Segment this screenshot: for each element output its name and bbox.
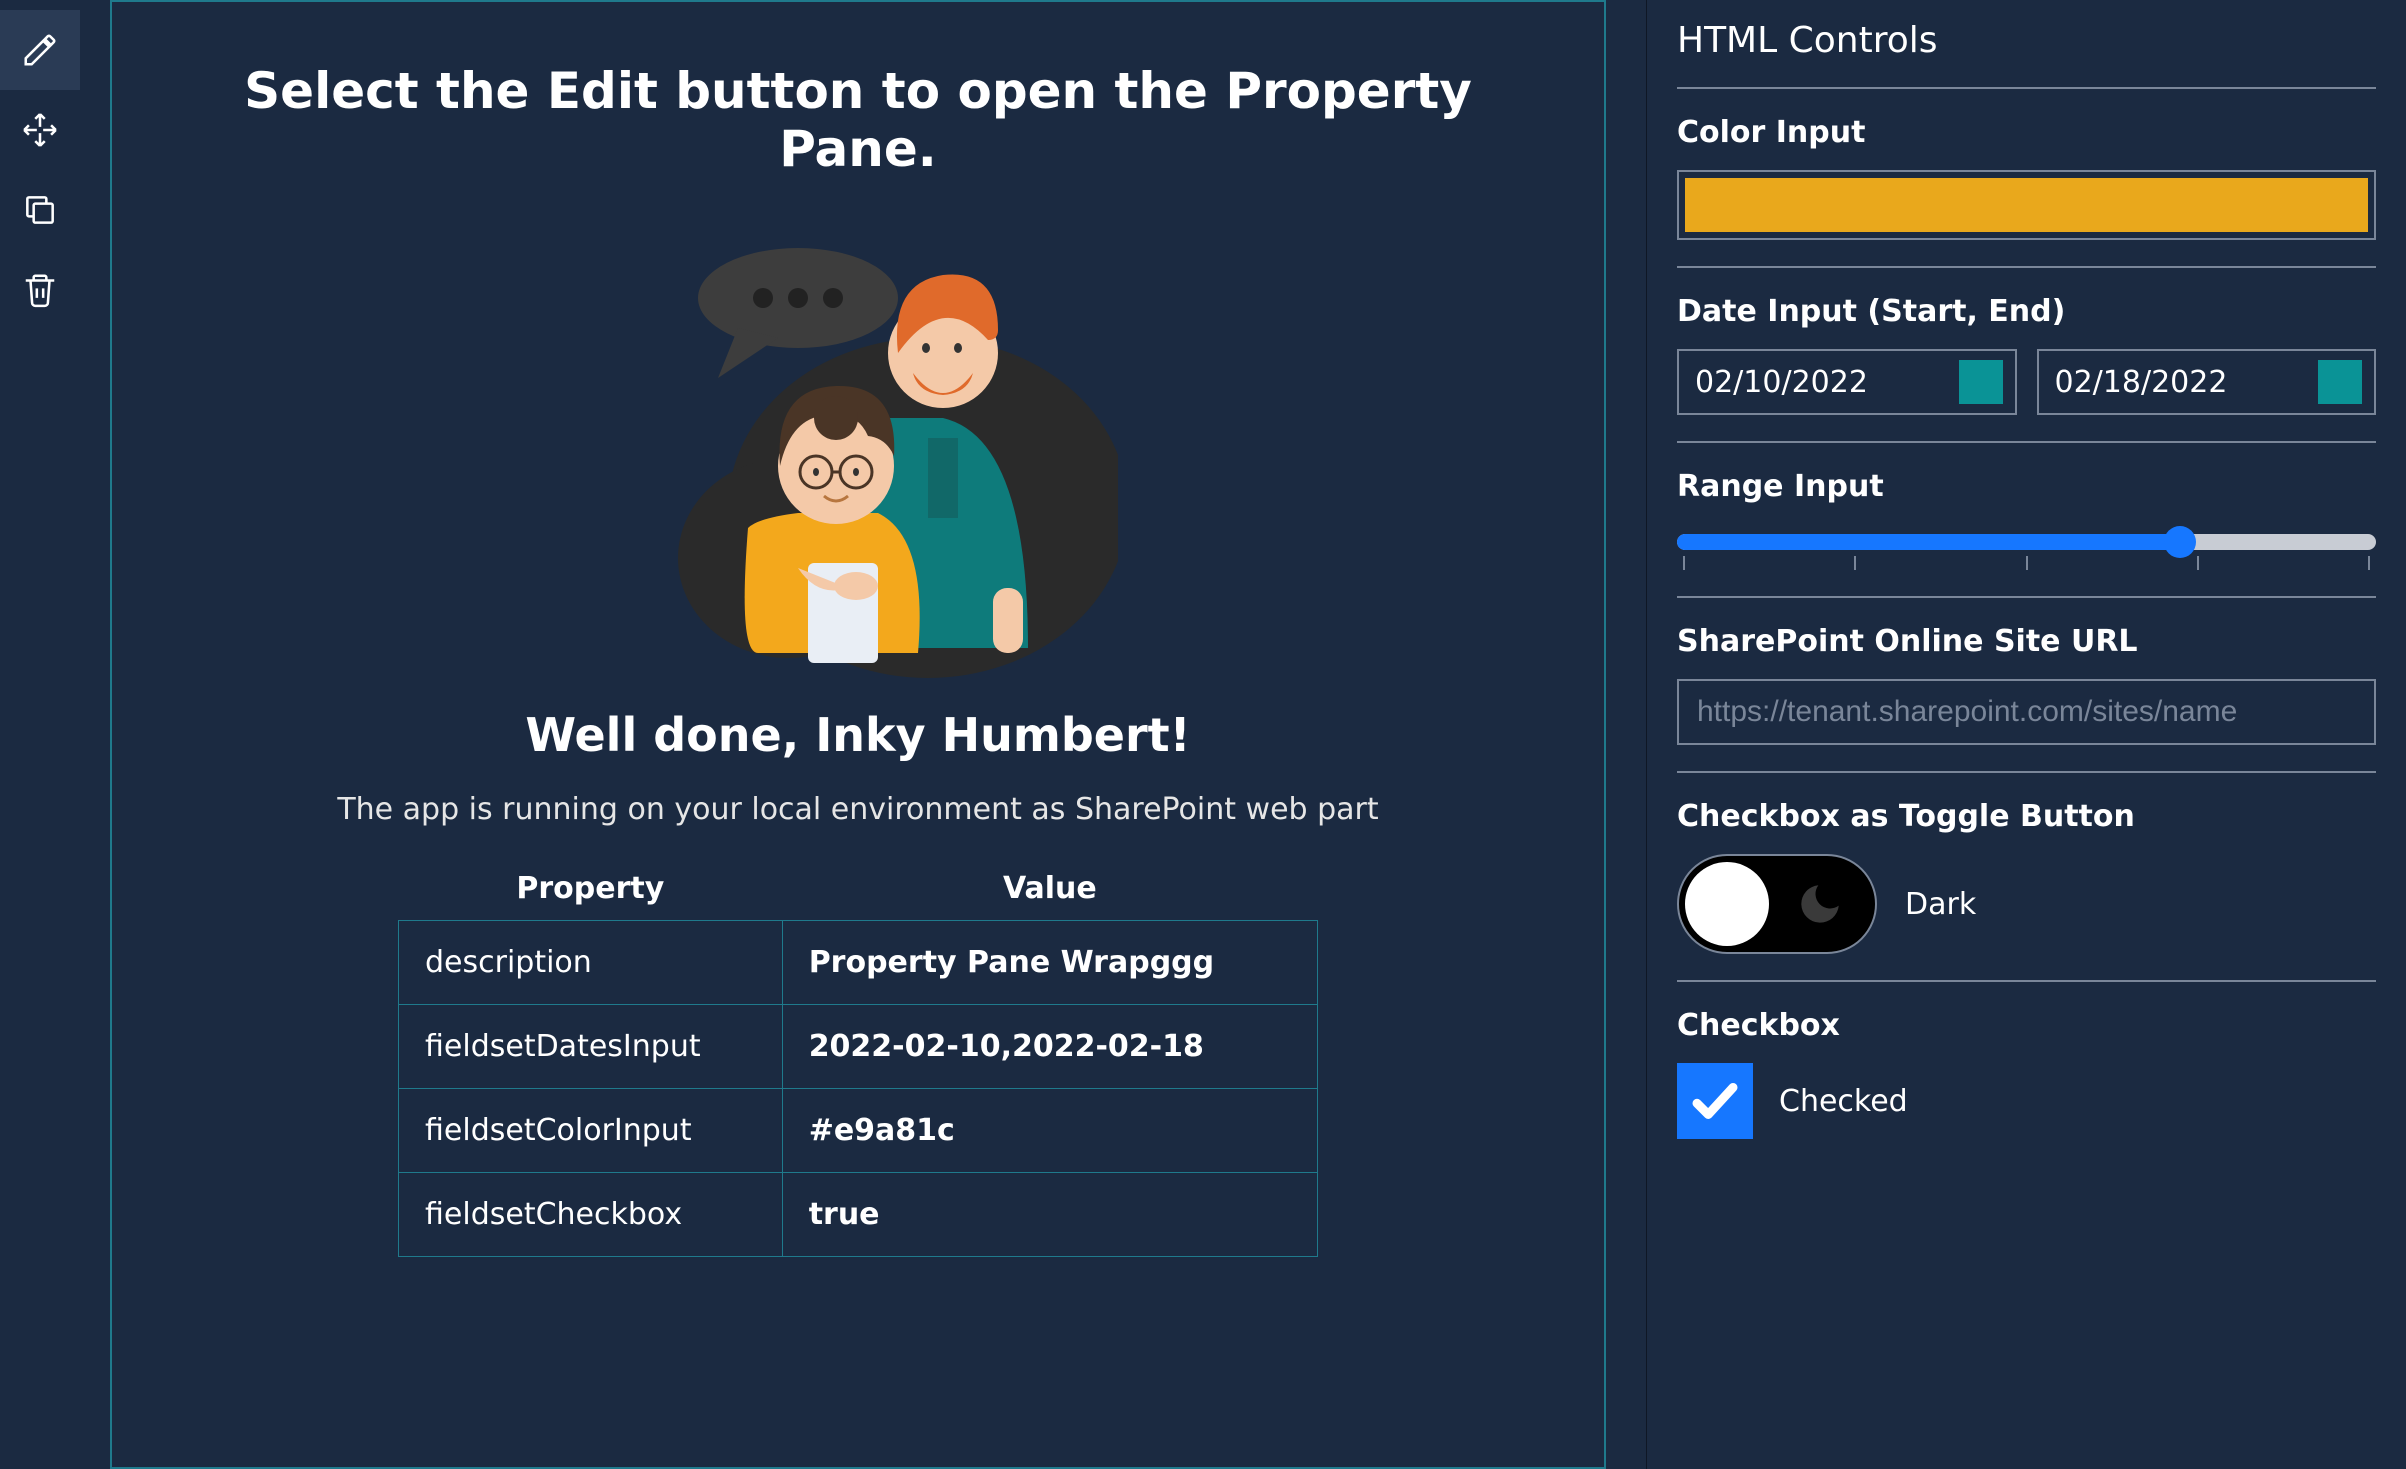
date-end-value: 02/18/2022	[2055, 365, 2228, 400]
date-picker-icon[interactable]	[1959, 360, 2003, 404]
checkbox-section-label: Checkbox	[1677, 1008, 2376, 1043]
trash-icon	[21, 271, 59, 309]
table-row: fieldsetColorInput #e9a81c	[399, 1089, 1318, 1173]
color-input-label: Color Input	[1677, 115, 2376, 150]
table-header-value: Value	[782, 857, 1317, 921]
table-header-property: Property	[399, 857, 783, 921]
table-cell-property: fieldsetColorInput	[399, 1089, 783, 1173]
webpart-toolbar	[0, 0, 90, 1469]
table-cell-property: fieldsetDatesInput	[399, 1005, 783, 1089]
move-button[interactable]	[0, 90, 80, 170]
webpart-title: Select the Edit button to open the Prope…	[162, 62, 1554, 178]
siteurl-label: SharePoint Online Site URL	[1677, 624, 2376, 659]
webpart-container[interactable]: Select the Edit button to open the Prope…	[110, 0, 1606, 1469]
pane-title: HTML Controls	[1677, 20, 2376, 61]
table-row: fieldsetCheckbox true	[399, 1173, 1318, 1257]
canvas: Select the Edit button to open the Prope…	[90, 0, 1646, 1469]
divider	[1677, 266, 2376, 268]
date-input-label: Date Input (Start, End)	[1677, 294, 2376, 329]
divider	[1677, 87, 2376, 89]
check-icon	[1688, 1074, 1742, 1128]
color-swatch-fill	[1685, 178, 2368, 232]
table-cell-property: fieldsetCheckbox	[399, 1173, 783, 1257]
date-start-input[interactable]: 02/10/2022	[1677, 349, 2017, 415]
divider	[1677, 771, 2376, 773]
duplicate-button[interactable]	[0, 170, 80, 250]
siteurl-input[interactable]	[1677, 679, 2376, 745]
table-cell-value: #e9a81c	[782, 1089, 1317, 1173]
table-cell-property: description	[399, 921, 783, 1005]
property-pane: HTML Controls Color Input Date Input (St…	[1646, 0, 2406, 1469]
date-picker-icon[interactable]	[2318, 360, 2362, 404]
range-input-label: Range Input	[1677, 469, 2376, 504]
copy-icon	[21, 191, 59, 229]
range-input[interactable]	[1677, 524, 2376, 570]
date-start-value: 02/10/2022	[1695, 365, 1868, 400]
range-thumb[interactable]	[2164, 526, 2196, 558]
table-row: description Property Pane Wrapggg	[399, 921, 1318, 1005]
color-input[interactable]	[1677, 170, 2376, 240]
divider	[1677, 596, 2376, 598]
divider	[1677, 441, 2376, 443]
toggle-section-label: Checkbox as Toggle Button	[1677, 799, 2376, 834]
dark-mode-toggle[interactable]	[1677, 854, 1877, 954]
people-illustration	[598, 208, 1118, 678]
range-ticks	[1677, 556, 2376, 570]
divider	[1677, 980, 2376, 982]
date-end-input[interactable]: 02/18/2022	[2037, 349, 2377, 415]
toggle-knob	[1685, 862, 1769, 946]
table-cell-value: true	[782, 1173, 1317, 1257]
table-row: fieldsetDatesInput 2022-02-10,2022-02-18	[399, 1005, 1318, 1089]
illustration-wrap	[162, 208, 1554, 678]
moon-icon	[1795, 879, 1845, 929]
checkbox-input[interactable]	[1677, 1063, 1753, 1139]
edit-button[interactable]	[0, 10, 80, 90]
webpart-greeting: Well done, Inky Humbert!	[162, 708, 1554, 762]
webpart-description: The app is running on your local environ…	[162, 792, 1554, 827]
delete-button[interactable]	[0, 250, 80, 330]
property-table: Property Value description Property Pane…	[398, 857, 1318, 1257]
move-icon	[21, 111, 59, 149]
toggle-option-label: Dark	[1905, 887, 1976, 922]
table-cell-value: 2022-02-10,2022-02-18	[782, 1005, 1317, 1089]
table-cell-value: Property Pane Wrapggg	[782, 921, 1317, 1005]
checkbox-option-label: Checked	[1779, 1084, 1908, 1119]
pencil-icon	[21, 31, 59, 69]
